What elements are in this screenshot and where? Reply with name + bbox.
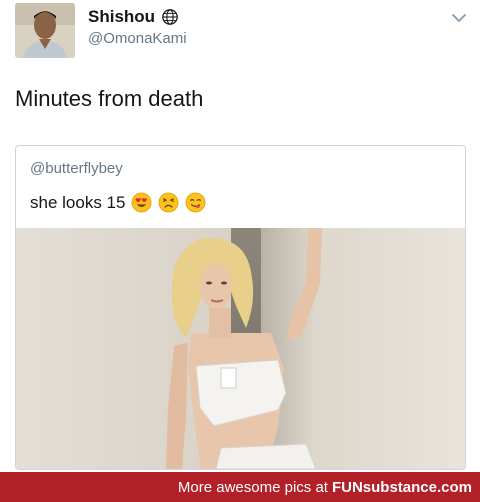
quoted-text: she looks 15 [30, 192, 126, 212]
chevron-down-icon[interactable] [450, 9, 468, 27]
tweet-card: Shishou @OmonaKami Minutes from death @b… [0, 0, 480, 472]
yum-face-emoji [186, 192, 206, 213]
persevering-face-emoji [159, 192, 179, 213]
footer-brand[interactable]: FUNsubstance.com [332, 479, 472, 496]
tweet-text: Minutes from death [15, 86, 204, 111]
quoted-photo[interactable] [16, 228, 465, 469]
globe-icon [162, 9, 178, 25]
display-name-text[interactable]: Shishou [88, 7, 155, 27]
footer-banner[interactable]: More awesome pics at FUNsubstance.com [0, 472, 480, 502]
quoted-text-row: she looks 15 [30, 192, 206, 213]
handle[interactable]: @OmonaKami [88, 30, 187, 47]
quoted-handle[interactable]: @butterflybey [30, 160, 123, 177]
quoted-tweet[interactable]: @butterflybey she looks 15 [15, 145, 466, 470]
footer-text: More awesome pics at [177, 478, 328, 496]
heart-eyes-emoji [132, 192, 152, 213]
display-name[interactable]: Shishou [88, 7, 179, 27]
avatar[interactable] [15, 3, 75, 58]
